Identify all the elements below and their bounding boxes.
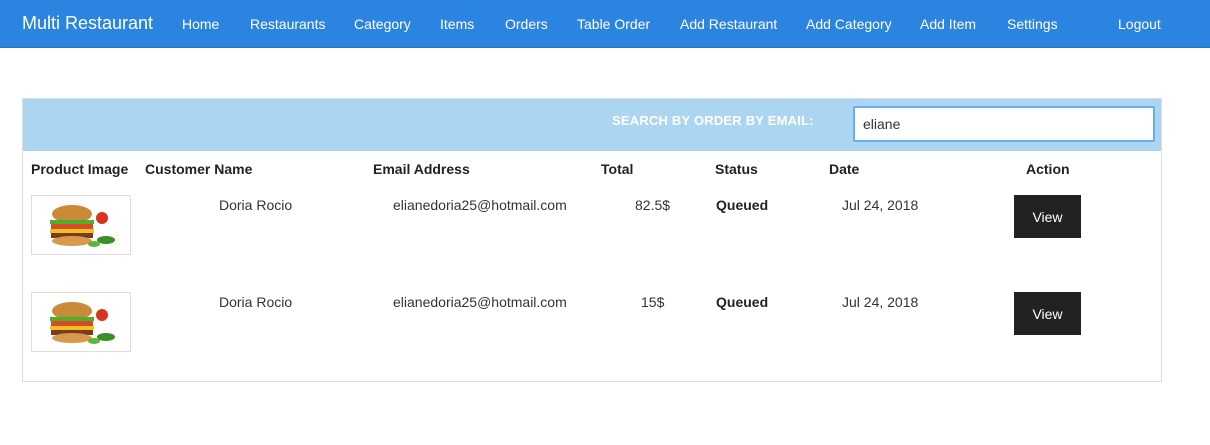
header-total: Total xyxy=(601,161,634,177)
email-search-input[interactable] xyxy=(853,106,1155,142)
burger-image xyxy=(31,195,131,255)
order-date: Jul 24, 2018 xyxy=(842,294,919,310)
nav-logout[interactable]: Logout xyxy=(1118,16,1161,32)
header-email-address: Email Address xyxy=(373,161,470,177)
email-address: elianedoria25@hotmail.com xyxy=(393,294,567,310)
status-badge: Queued xyxy=(716,294,769,310)
table-row: Doria Rocio elianedoria25@hotmail.com 82… xyxy=(23,195,1161,292)
nav-category[interactable]: Category xyxy=(354,16,411,32)
nav-home[interactable]: Home xyxy=(182,16,219,32)
customer-name: Doria Rocio xyxy=(219,294,293,310)
order-total: 82.5$ xyxy=(635,197,671,213)
nav-add-restaurant[interactable]: Add Restaurant xyxy=(680,16,777,32)
order-date: Jul 24, 2018 xyxy=(842,197,919,213)
customer-name: Doria Rocio xyxy=(219,197,293,213)
header-date: Date xyxy=(829,161,860,177)
search-bar: SEARCH BY ORDER BY EMAIL: xyxy=(23,99,1161,151)
search-label: SEARCH BY ORDER BY EMAIL: xyxy=(612,113,814,128)
status-badge: Queued xyxy=(716,197,769,213)
header-product-image: Product Image xyxy=(31,161,129,177)
nav-orders[interactable]: Orders xyxy=(505,16,548,32)
orders-panel: SEARCH BY ORDER BY EMAIL: Product Image … xyxy=(22,98,1162,382)
nav-table-order[interactable]: Table Order xyxy=(577,16,650,32)
header-customer-name: Customer Name xyxy=(145,161,253,177)
burger-image xyxy=(31,292,131,352)
email-address: elianedoria25@hotmail.com xyxy=(393,197,567,213)
view-button[interactable]: View xyxy=(1014,292,1081,335)
nav-add-item[interactable]: Add Item xyxy=(920,16,976,32)
table-row: Doria Rocio elianedoria25@hotmail.com 15… xyxy=(23,292,1161,389)
order-total: 15$ xyxy=(641,294,665,310)
nav-items[interactable]: Items xyxy=(440,16,474,32)
nav-add-category[interactable]: Add Category xyxy=(806,16,892,32)
brand-logo[interactable]: Multi Restaurant xyxy=(22,13,153,34)
view-button[interactable]: View xyxy=(1014,195,1081,238)
nav-restaurants[interactable]: Restaurants xyxy=(250,16,325,32)
top-navbar: Multi Restaurant Home Restaurants Catego… xyxy=(0,0,1210,48)
header-status: Status xyxy=(715,161,758,177)
nav-settings[interactable]: Settings xyxy=(1007,16,1058,32)
header-action: Action xyxy=(1026,161,1070,177)
